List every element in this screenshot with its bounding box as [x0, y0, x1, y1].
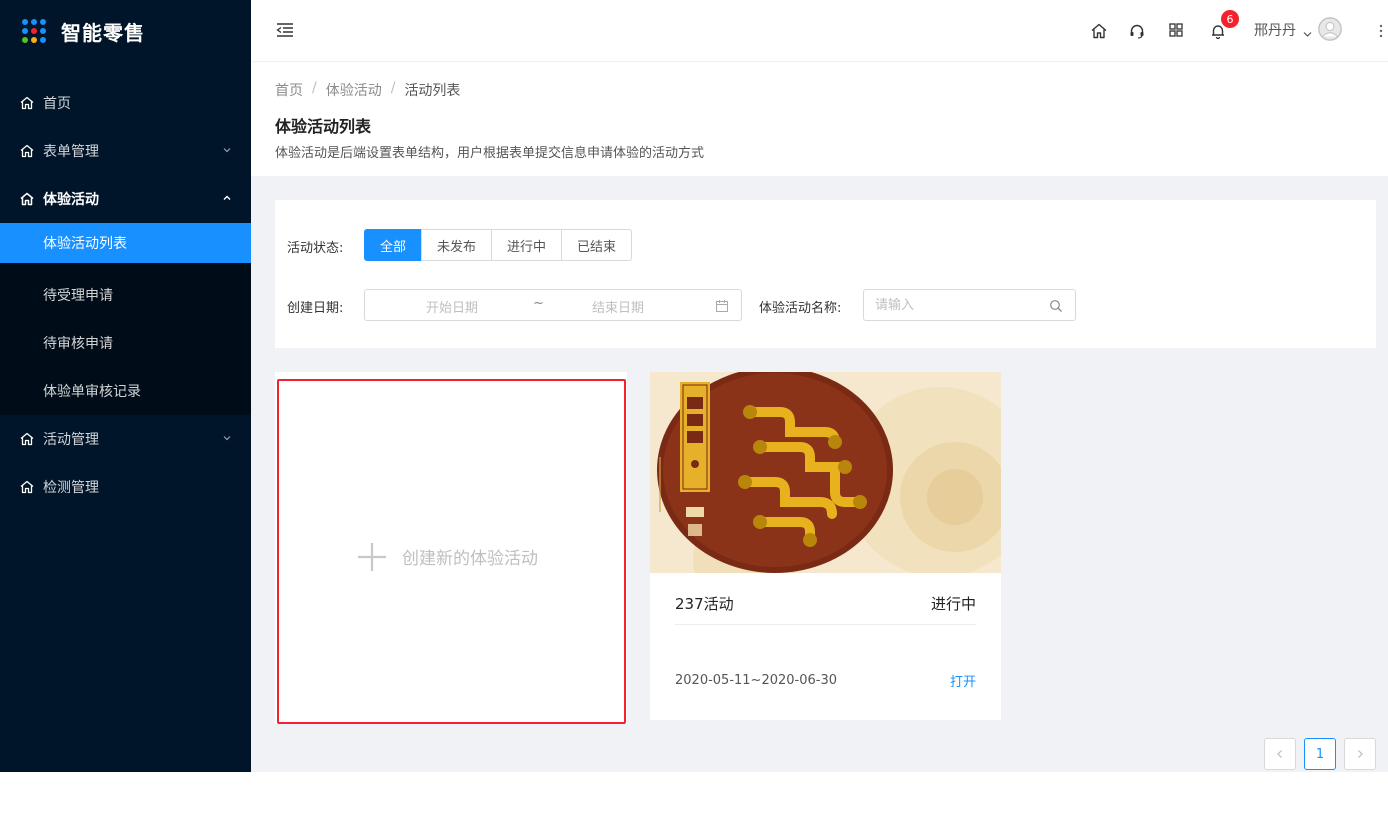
activity-name: 237活动	[675, 595, 734, 613]
home-icon	[19, 479, 35, 495]
search-icon[interactable]	[1049, 298, 1063, 312]
chevron-left-icon	[1277, 750, 1282, 758]
date-end-placeholder: 结束日期	[592, 301, 645, 316]
app-logo[interactable]: 智能零售	[0, 0, 251, 62]
logo-grid-icon	[22, 19, 46, 43]
sidebar-item-label: 检测管理	[43, 480, 99, 496]
chevron-up-icon	[221, 192, 233, 204]
breadcrumb-item-current: 活动列表	[404, 83, 461, 99]
home-icon	[19, 191, 35, 207]
content-area: 活动状态: 全部 未发布 进行中 已结束 创建日期: 开始日期 ~ 结束日期 体…	[251, 176, 1388, 772]
home-icon	[19, 95, 35, 111]
create-activity-card[interactable]: 创建新的体验活动	[275, 372, 627, 724]
calendar-icon	[715, 298, 729, 312]
breadcrumb: 首页 / 体验活动 / 活动列表	[275, 80, 460, 100]
breadcrumb-item-experience[interactable]: 体验活动	[326, 80, 382, 100]
pagination-next-button[interactable]	[1344, 738, 1376, 770]
sidebar-item-label: 活动管理	[43, 432, 99, 448]
user-name[interactable]: 邢丹丹	[1254, 20, 1296, 40]
chevron-right-icon	[1358, 750, 1363, 758]
breadcrumb-separator: /	[390, 80, 396, 96]
breadcrumb-separator: /	[312, 80, 317, 96]
top-header: 6 邢丹丹	[251, 0, 1388, 62]
pagination-page-1[interactable]: 1	[1304, 738, 1336, 770]
card-divider	[675, 624, 976, 625]
more-vertical-icon[interactable]	[1378, 21, 1384, 41]
date-range-picker[interactable]: 开始日期 ~ 结束日期	[364, 289, 742, 321]
chevron-down-icon[interactable]	[1302, 25, 1313, 37]
sidebar-item-experience-list[interactable]: 体验活动列表	[0, 223, 251, 263]
name-search-input[interactable]	[864, 290, 1044, 320]
app-root: 智能零售 首页 表单管理 体验活动 体验活动列表 待受理申请 待审核申请 体验单…	[0, 0, 1388, 819]
home-icon[interactable]	[1090, 22, 1108, 40]
sidebar-item-label: 体验活动	[43, 192, 99, 208]
apps-grid-icon[interactable]	[1167, 21, 1185, 39]
status-filter-group: 全部 未发布 进行中 已结束	[364, 229, 633, 261]
sidebar-item-activity-management[interactable]: 活动管理	[0, 415, 251, 463]
date-filter-label: 创建日期:	[287, 301, 344, 316]
sidebar-item-review-records[interactable]: 体验单审核记录	[0, 367, 251, 415]
plus-icon	[357, 542, 387, 572]
activity-cover-image	[650, 372, 1001, 573]
sidebar-submenu-experience: 体验活动列表 待受理申请 待审核申请 体验单审核记录	[0, 223, 251, 415]
page-header: 首页 / 体验活动 / 活动列表 体验活动列表 体验活动是后端设置表单结构，用户…	[251, 63, 1388, 176]
home-icon	[19, 143, 35, 159]
status-filter-label: 活动状态:	[287, 241, 344, 256]
date-start-placeholder: 开始日期	[426, 301, 479, 316]
avatar[interactable]	[1318, 17, 1342, 41]
notification-badge: 6	[1220, 9, 1240, 29]
sidebar-item-inspection[interactable]: 检测管理	[0, 463, 251, 511]
date-range-separator: ~	[533, 296, 544, 311]
create-activity-label: 创建新的体验活动	[402, 549, 538, 569]
name-filter-label: 体验活动名称:	[759, 301, 842, 316]
headset-icon[interactable]	[1128, 22, 1146, 40]
status-option-ended[interactable]: 已结束	[561, 229, 633, 261]
sidebar-item-form-management[interactable]: 表单管理	[0, 127, 251, 175]
home-icon	[19, 431, 35, 447]
page-title: 体验活动列表	[275, 117, 372, 136]
sidebar-item-label: 表单管理	[43, 144, 99, 160]
status-option-all[interactable]: 全部	[364, 229, 423, 261]
filter-panel: 活动状态: 全部 未发布 进行中 已结束 创建日期: 开始日期 ~ 结束日期 体…	[275, 200, 1376, 348]
sidebar-item-experience[interactable]: 体验活动	[0, 175, 251, 223]
pagination-prev-button[interactable]	[1264, 738, 1296, 770]
activity-card[interactable]: 237活动 进行中 2020-05-11~2020-06-30 打开	[650, 372, 1001, 720]
sidebar-item-pending-acceptance[interactable]: 待受理申请	[0, 271, 251, 319]
menu-fold-icon[interactable]	[275, 20, 295, 40]
app-name: 智能零售	[61, 20, 145, 45]
sidebar-item-home[interactable]: 首页	[0, 79, 251, 127]
status-option-ongoing[interactable]: 进行中	[491, 229, 563, 261]
status-option-unpublished[interactable]: 未发布	[421, 229, 493, 261]
chevron-down-icon	[221, 432, 233, 444]
sidebar-item-pending-review[interactable]: 待审核申请	[0, 319, 251, 367]
sidebar-item-label: 首页	[43, 96, 71, 112]
activity-dates: 2020-05-11~2020-06-30	[675, 673, 837, 688]
chevron-down-icon	[221, 144, 233, 156]
sidebar: 智能零售 首页 表单管理 体验活动 体验活动列表 待受理申请 待审核申请 体验单…	[0, 0, 251, 772]
activity-status: 进行中	[930, 595, 976, 613]
breadcrumb-item-home[interactable]: 首页	[275, 80, 303, 100]
sidebar-menu: 首页 表单管理 体验活动 体验活动列表 待受理申请 待审核申请 体验单审核记录 …	[0, 79, 251, 511]
page-description: 体验活动是后端设置表单结构，用户根据表单提交信息申请体验的活动方式	[275, 146, 705, 161]
open-activity-link[interactable]: 打开	[950, 671, 976, 690]
name-search-box	[863, 289, 1076, 321]
